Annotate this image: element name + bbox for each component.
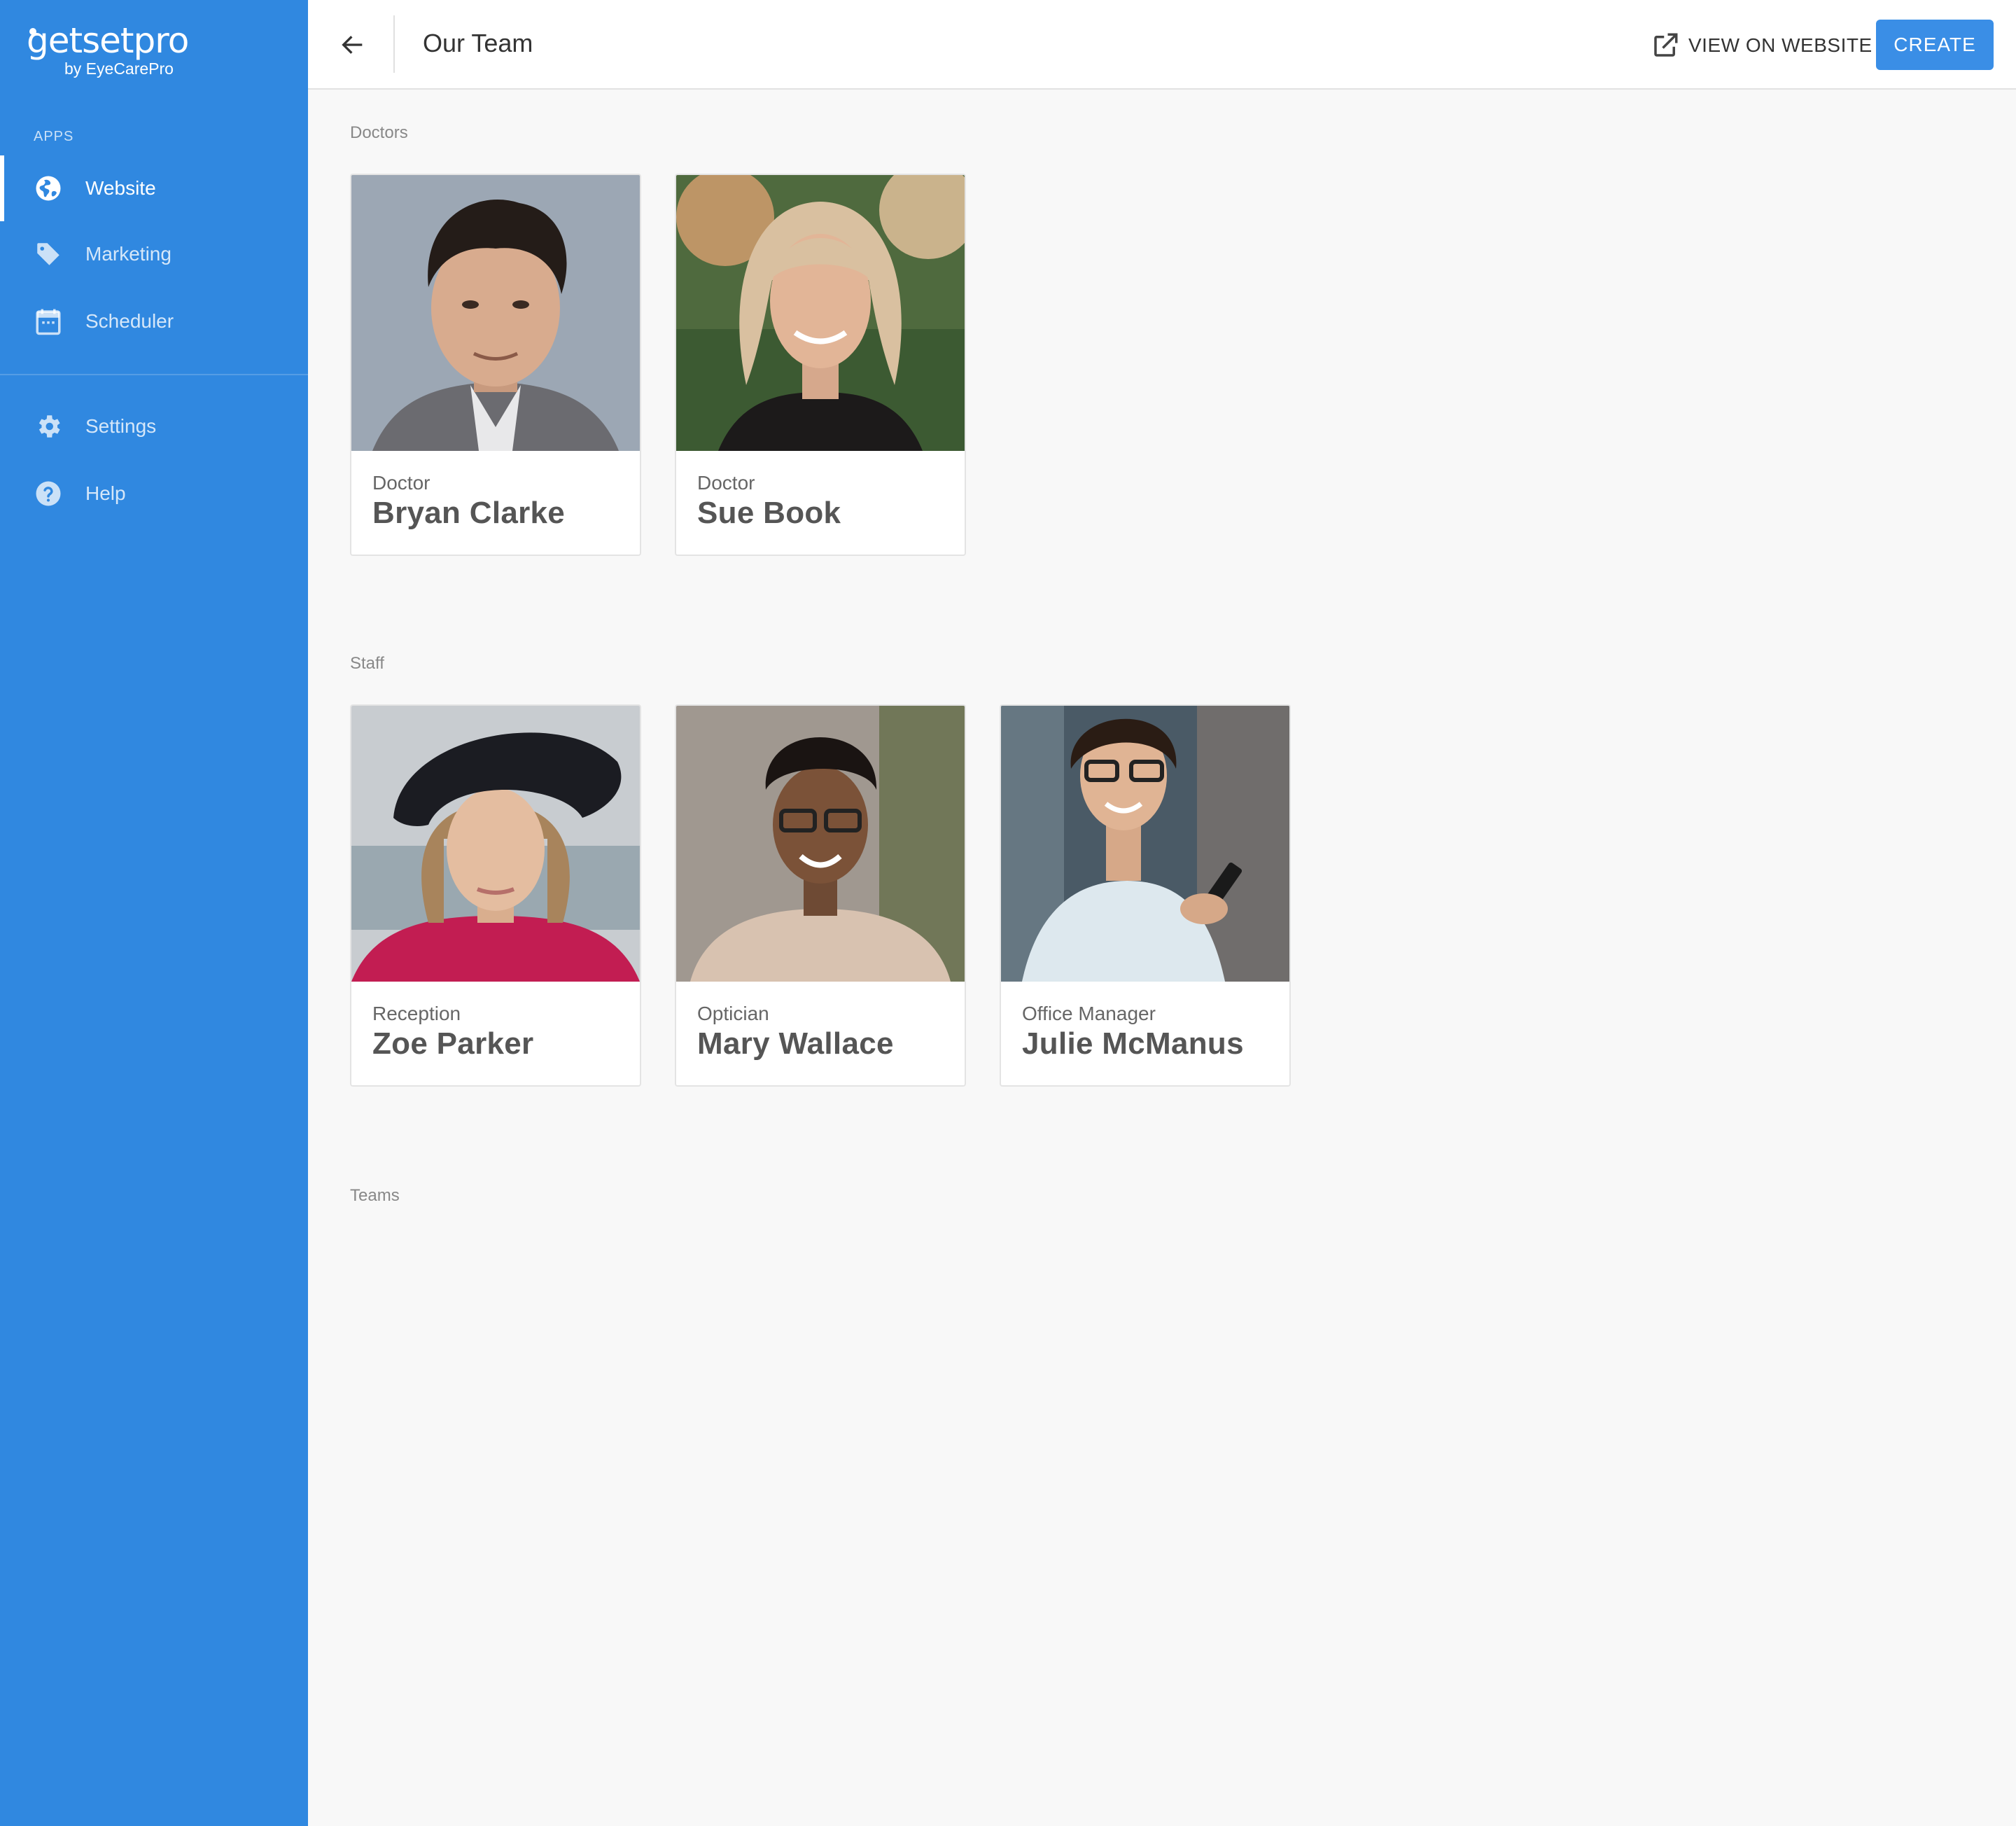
team-card[interactable]: Doctor Bryan Clarke xyxy=(350,174,641,556)
member-name: Bryan Clarke xyxy=(372,496,566,530)
member-name: Julie McManus xyxy=(1022,1026,1244,1061)
view-on-website-button[interactable]: VIEW ON WEBSITE xyxy=(1651,28,1872,63)
calendar-icon xyxy=(34,307,63,336)
sidebar-item-label: Marketing xyxy=(85,243,172,265)
sidebar-item-scheduler[interactable]: Scheduler xyxy=(0,288,308,354)
header-divider xyxy=(393,15,395,73)
app-root: getsetpro by EyeCarePro APPS Website Mar… xyxy=(0,0,2016,1826)
member-role: Reception xyxy=(372,1003,461,1024)
member-photo xyxy=(351,706,640,982)
logo-dot xyxy=(29,28,36,35)
help-circle-icon xyxy=(34,479,63,508)
page-title: Our Team xyxy=(423,29,533,57)
team-card[interactable]: Doctor Sue Book xyxy=(675,174,966,556)
member-name: Mary Wallace xyxy=(697,1026,894,1061)
member-photo xyxy=(676,175,965,451)
sidebar-divider xyxy=(0,374,308,375)
team-card[interactable]: Office Manager Julie McManus xyxy=(1000,704,1291,1087)
member-role: Optician xyxy=(697,1003,769,1024)
arrow-left-icon xyxy=(342,36,363,54)
member-role: Office Manager xyxy=(1022,1003,1156,1024)
member-name: Sue Book xyxy=(697,496,841,530)
member-role: Doctor xyxy=(372,472,430,494)
logo: getsetpro by EyeCarePro xyxy=(27,20,189,78)
group-label-teams: Teams xyxy=(350,1186,400,1205)
sidebar-item-marketing[interactable]: Marketing xyxy=(0,221,308,287)
sidebar-item-label: Scheduler xyxy=(85,310,174,332)
logo-tagline: by EyeCarePro xyxy=(64,60,174,78)
group-label-doctors: Doctors xyxy=(350,123,408,142)
member-photo xyxy=(676,706,965,982)
gear-icon xyxy=(34,412,63,441)
create-button[interactable]: CREATE xyxy=(1876,20,1994,70)
sidebar-item-label: Settings xyxy=(85,415,157,437)
member-photo xyxy=(351,175,640,451)
sidebar-item-website[interactable]: Website xyxy=(0,155,308,221)
top-bar: Our Team VIEW ON WEBSITE CREATE xyxy=(308,0,2016,90)
sidebar-item-settings[interactable]: Settings xyxy=(0,393,308,459)
member-name: Zoe Parker xyxy=(372,1026,534,1061)
member-photo xyxy=(1001,706,1289,982)
member-role: Doctor xyxy=(697,472,755,494)
sidebar: getsetpro by EyeCarePro APPS Website Mar… xyxy=(0,0,308,1826)
sidebar-item-help[interactable]: Help xyxy=(0,461,308,527)
view-on-website-label: VIEW ON WEBSITE xyxy=(1688,34,1872,56)
back-button[interactable] xyxy=(336,28,370,62)
team-card[interactable]: Reception Zoe Parker xyxy=(350,704,641,1087)
globe-icon xyxy=(34,174,63,203)
tag-icon xyxy=(34,239,63,269)
team-card[interactable]: Optician Mary Wallace xyxy=(675,704,966,1087)
sidebar-item-label: Website xyxy=(85,177,156,199)
external-link-icon xyxy=(1654,33,1678,57)
apps-section-label: APPS xyxy=(34,129,74,144)
logo-wordmark: getsetpro xyxy=(27,20,189,61)
sidebar-item-label: Help xyxy=(85,482,126,504)
group-label-staff: Staff xyxy=(350,654,384,673)
